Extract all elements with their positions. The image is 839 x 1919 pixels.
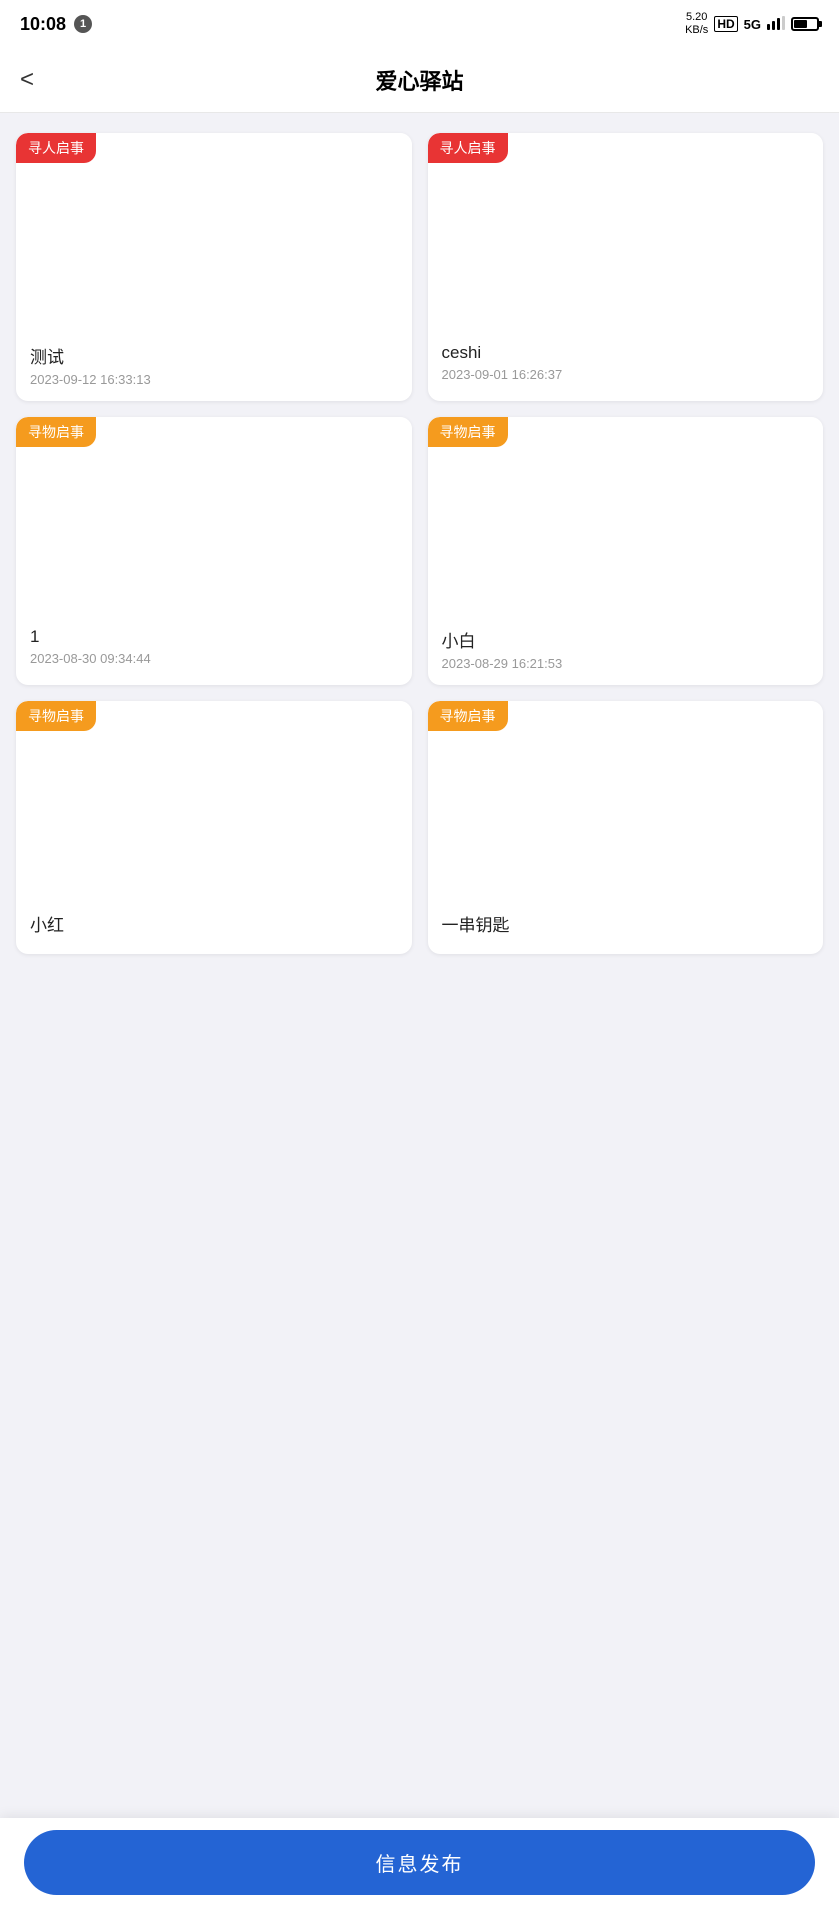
notification-badge: 1 [74,15,92,33]
card-info: ceshi 2023-09-01 16:26:37 [428,333,824,396]
card-image-area: 寻物启事 [16,417,412,617]
hd-icon: HD [714,16,737,32]
list-item[interactable]: 寻物启事 小红 [16,701,412,954]
card-date: 2023-08-29 16:21:53 [442,656,810,671]
publish-button[interactable]: 信息发布 [24,1830,815,1895]
card-date: 2023-09-12 16:33:13 [30,372,398,387]
list-item[interactable]: 寻人启事 ceshi 2023-09-01 16:26:37 [428,133,824,401]
card-image-area: 寻物启事 [428,701,824,901]
card-name: 一串钥匙 [442,911,810,936]
list-item[interactable]: 寻物启事 小白 2023-08-29 16:21:53 [428,417,824,685]
card-badge: 寻物启事 [428,417,508,447]
card-date: 2023-09-01 16:26:37 [442,367,810,382]
card-name: 小白 [442,627,810,652]
card-image-area: 寻物启事 [428,417,824,617]
card-badge: 寻人启事 [16,133,96,163]
card-info: 小红 [16,901,412,954]
status-time: 10:08 [20,14,66,35]
list-item[interactable]: 寻物启事 1 2023-08-30 09:34:44 [16,417,412,685]
speed-indicator: 5.20KB/s [685,11,708,37]
card-name: ceshi [442,343,810,363]
card-badge: 寻物启事 [428,701,508,731]
page-title: 爱心驿站 [375,64,463,96]
bottom-bar: 信息发布 [0,1818,839,1919]
signal-icon [767,16,785,33]
cards-grid: 寻人启事 测试 2023-09-12 16:33:13 寻人启事 ceshi 2… [16,133,823,954]
network-icon: 5G [744,17,761,32]
card-image-area: 寻人启事 [428,133,824,333]
card-info: 小白 2023-08-29 16:21:53 [428,617,824,685]
card-badge: 寻物启事 [16,417,96,447]
list-item[interactable]: 寻人启事 测试 2023-09-12 16:33:13 [16,133,412,401]
card-info: 一串钥匙 [428,901,824,954]
status-icons: 5.20KB/s HD 5G [685,11,819,37]
list-item[interactable]: 寻物启事 一串钥匙 [428,701,824,954]
card-date: 2023-08-30 09:34:44 [30,651,398,666]
content-area: 寻人启事 测试 2023-09-12 16:33:13 寻人启事 ceshi 2… [0,113,839,1074]
card-badge: 寻物启事 [16,701,96,731]
card-info: 1 2023-08-30 09:34:44 [16,617,412,680]
card-name: 1 [30,627,398,647]
header: < 爱心驿站 [0,48,839,113]
back-button[interactable]: < [20,66,34,94]
card-info: 测试 2023-09-12 16:33:13 [16,333,412,401]
card-badge: 寻人启事 [428,133,508,163]
card-image-area: 寻人启事 [16,133,412,333]
battery-icon [791,17,819,31]
status-bar: 10:08 1 5.20KB/s HD 5G [0,0,839,48]
card-name: 小红 [30,911,398,936]
card-name: 测试 [30,343,398,368]
card-image-area: 寻物启事 [16,701,412,901]
